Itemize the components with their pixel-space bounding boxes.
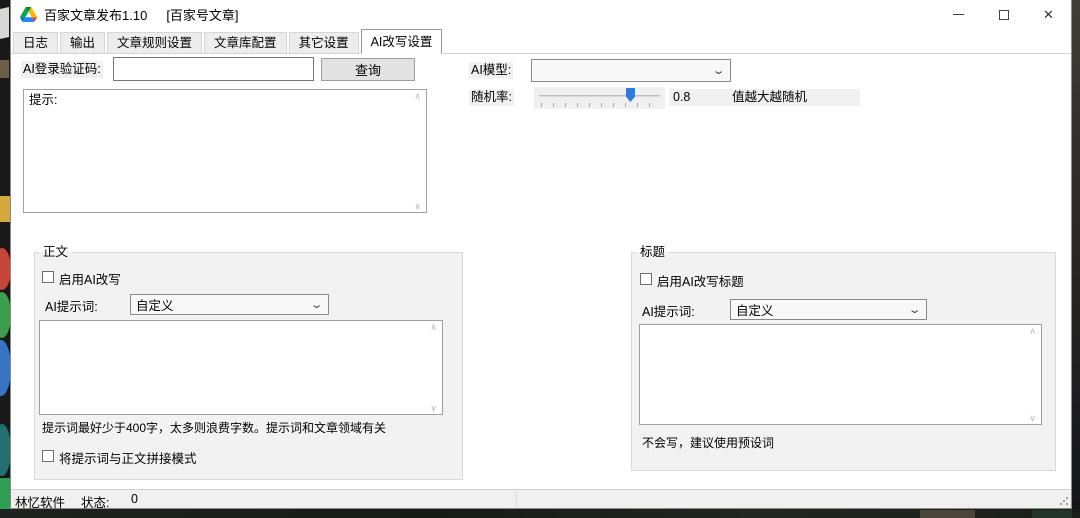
tab-bar: 日志 输出 文章规则设置 文章库配置 其它设置 AI改写设置 xyxy=(11,29,1071,54)
tab-log[interactable]: 日志 xyxy=(13,32,59,53)
enable-ai-rewrite-title-checkbox[interactable] xyxy=(640,273,652,285)
title-prompt-select-value: 自定义 xyxy=(736,304,774,318)
body-prompt-label: AI提示词: xyxy=(45,300,98,314)
desktop-icon-fragment xyxy=(0,60,9,78)
slider-track xyxy=(539,95,660,97)
ai-model-select[interactable]: ⌄ xyxy=(531,59,731,82)
ai-model-label: AI模型: xyxy=(469,62,514,79)
ai-login-code-label: AI登录验证码: xyxy=(21,61,103,78)
scrollbar[interactable]: ∧ ∨ xyxy=(427,323,440,413)
title-prompt-select[interactable]: 自定义 ⌄ xyxy=(730,299,927,320)
desktop-background: 百家文章发布1.10 [百家号文章] ✕ 日志 输出 文章规则设置 文章库配置 其它设置… xyxy=(0,0,1080,518)
ai-login-code-input[interactable] xyxy=(113,57,314,81)
scroll-down-icon[interactable]: ∨ xyxy=(414,202,421,211)
random-rate-slider-thumb[interactable] xyxy=(625,88,635,102)
enable-ai-rewrite-label: 启用AI改写 xyxy=(59,273,121,287)
maximize-icon xyxy=(998,9,1009,20)
tab-other-settings[interactable]: 其它设置 xyxy=(288,32,359,53)
scroll-down-icon[interactable]: ∨ xyxy=(1029,414,1036,423)
random-rate-value: 0.8 xyxy=(669,89,721,106)
tab-page-ai-rewrite: AI登录验证码: 查询 提示: ∧ ∨ AI模型: ⌄ 随机率: 0.8 值越大越… xyxy=(11,53,1071,490)
hint-log-textarea[interactable]: 提示: ∧ ∨ xyxy=(23,89,427,213)
title-bar: 百家文章发布1.10 [百家号文章] ✕ xyxy=(11,0,1071,29)
concat-mode-label: 将提示词与正文拼接模式 xyxy=(59,452,197,466)
title-prompt-textarea[interactable]: ∧ ∨ xyxy=(639,324,1042,425)
tab-ai-rewrite[interactable]: AI改写设置 xyxy=(360,29,443,54)
scroll-up-icon[interactable]: ∧ xyxy=(430,323,437,332)
random-rate-slider[interactable] xyxy=(534,87,665,109)
enable-ai-rewrite-title-label: 启用AI改写标题 xyxy=(657,275,744,289)
random-rate-label: 随机率: xyxy=(469,89,514,106)
slider-ticks xyxy=(541,103,660,107)
body-prompt-textarea[interactable]: ∧ ∨ xyxy=(39,320,443,415)
query-button[interactable]: 查询 xyxy=(321,58,415,81)
desktop-icon-fragment xyxy=(0,196,10,222)
desktop-taskbar-strip xyxy=(0,509,1080,518)
tab-output[interactable]: 输出 xyxy=(60,32,106,53)
tab-article-library[interactable]: 文章库配置 xyxy=(204,32,287,53)
minimize-icon xyxy=(953,14,964,15)
app-drive-icon xyxy=(20,7,37,22)
status-label: 状态: xyxy=(81,496,110,510)
title-group-title: 标题 xyxy=(636,244,670,261)
close-icon: ✕ xyxy=(1043,7,1054,22)
status-value: 0 xyxy=(131,492,138,506)
window-controls: ✕ xyxy=(936,0,1071,29)
enable-ai-rewrite-checkbox[interactable] xyxy=(42,271,54,283)
title-prompt-label: AI提示词: xyxy=(642,305,695,319)
window-title: 百家文章发布1.10 xyxy=(44,8,148,23)
body-prompt-hint: 提示词最好少于400字，太多则浪费字数。提示词和文章领域有关 xyxy=(42,421,387,435)
close-button[interactable]: ✕ xyxy=(1026,0,1071,29)
resize-grip-icon[interactable] xyxy=(1059,496,1069,506)
status-divider xyxy=(516,491,517,507)
scrollbar[interactable]: ∧ ∨ xyxy=(411,92,424,211)
scroll-up-icon[interactable]: ∧ xyxy=(414,92,421,101)
scroll-up-icon[interactable]: ∧ xyxy=(1029,327,1036,336)
desktop-taskbar-patch xyxy=(1032,510,1072,518)
tab-article-rules[interactable]: 文章规则设置 xyxy=(107,32,203,53)
body-group: 正文 启用AI改写 AI提示词: 自定义 ⌄ ∧ ∨ 提示词最好少于400字，太多… xyxy=(34,244,463,480)
window-subtitle: [百家号文章] xyxy=(166,8,239,23)
concat-mode-checkbox[interactable] xyxy=(42,450,54,462)
body-group-title: 正文 xyxy=(39,244,73,261)
body-prompt-select[interactable]: 自定义 ⌄ xyxy=(130,294,329,315)
body-prompt-select-value: 自定义 xyxy=(136,299,174,313)
app-window: 百家文章发布1.10 [百家号文章] ✕ 日志 输出 文章规则设置 文章库配置 其它设置… xyxy=(10,0,1072,510)
brand-label: 林忆软件 xyxy=(15,496,66,510)
desktop-taskbar-patch xyxy=(920,510,975,518)
title-prompt-hint: 不会写，建议使用预设词 xyxy=(642,436,775,450)
desktop-icon-fragment xyxy=(0,7,9,39)
desktop-wallpaper-right xyxy=(1071,0,1080,518)
title-group: 标题 启用AI改写标题 AI提示词: 自定义 ⌄ ∧ ∨ 不会写，建议使用预设词 xyxy=(631,244,1056,471)
scrollbar[interactable]: ∧ ∨ xyxy=(1026,327,1039,423)
minimize-button[interactable] xyxy=(936,0,981,29)
scroll-down-icon[interactable]: ∨ xyxy=(430,404,437,413)
maximize-button[interactable] xyxy=(981,0,1026,29)
random-rate-hint: 值越大越随机 xyxy=(721,89,860,106)
status-bar: 林忆软件 状态: 0 xyxy=(11,489,1071,510)
